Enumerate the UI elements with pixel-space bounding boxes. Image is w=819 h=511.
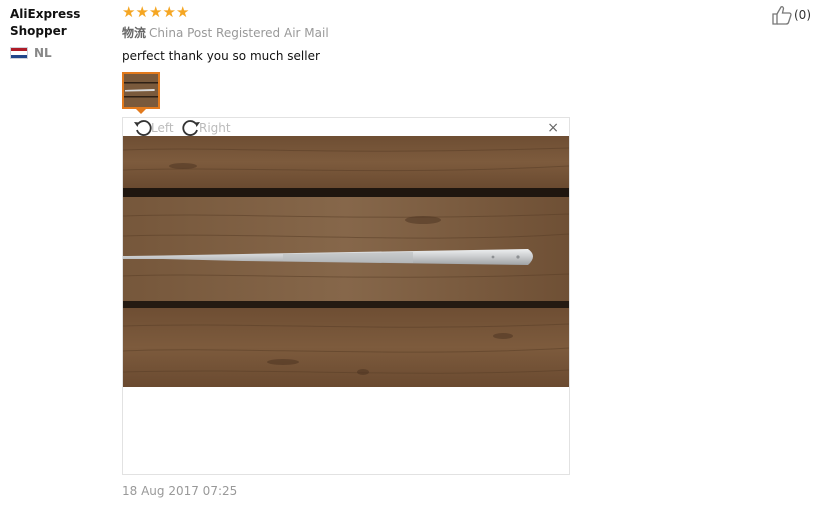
review-text: perfect thank you so much seller	[122, 49, 320, 63]
star-icon: ★	[176, 3, 190, 21]
reviewer-country: NL	[10, 45, 52, 61]
shipping-info: 物流 China Post Registered Air Mail	[122, 25, 329, 41]
thumbs-up-icon	[772, 6, 792, 25]
shipping-method: China Post Registered Air Mail	[149, 26, 329, 40]
star-icon: ★	[122, 3, 136, 21]
star-icon: ★	[149, 3, 163, 21]
review-photo	[123, 136, 569, 387]
viewer-toolbar: Left Right ×	[123, 118, 569, 137]
helpful-button[interactable]: (0)	[771, 5, 811, 25]
rotate-left-icon	[134, 120, 152, 136]
rotate-right-button[interactable]: Right	[181, 118, 231, 137]
thumbnail-selected-arrow	[135, 108, 147, 114]
photo-viewer: Left Right ×	[122, 117, 570, 475]
rotate-right-icon	[182, 120, 200, 136]
star-rating: ★ ★ ★ ★ ★	[122, 4, 190, 20]
rotate-right-label: Right	[199, 120, 231, 135]
shipping-label: 物流	[122, 26, 147, 40]
flag-stripe	[11, 54, 27, 58]
rotate-left-button[interactable]: Left	[133, 118, 174, 137]
country-code: NL	[34, 46, 52, 60]
reviewer-name: AliExpress Shopper	[10, 7, 81, 38]
netherlands-flag-icon	[10, 47, 28, 59]
review-date: 18 Aug 2017 07:25	[122, 484, 238, 498]
review-photo-thumbnail[interactable]	[122, 72, 160, 109]
photo-thumbnail-image	[124, 74, 158, 107]
rotate-left-label: Left	[151, 120, 174, 135]
helpful-count: (0)	[794, 8, 811, 22]
photo-tweezers-on-wood	[123, 136, 569, 387]
close-viewer-button[interactable]: ×	[547, 119, 559, 137]
star-icon: ★	[135, 3, 149, 21]
star-icon: ★	[162, 3, 176, 21]
